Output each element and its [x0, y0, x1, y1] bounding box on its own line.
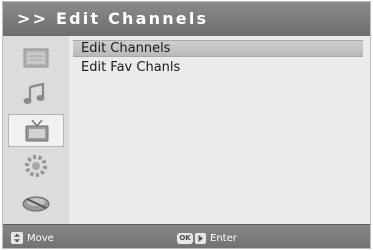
menu-item-label: Edit Channels [81, 41, 171, 56]
sidebar-item-satellite[interactable] [8, 186, 64, 219]
sidebar-item-tv[interactable] [8, 114, 64, 147]
title-bar: >> Edit Channels [3, 2, 370, 37]
sidebar-item-settings[interactable] [8, 150, 64, 183]
page-title: >> Edit Channels [17, 9, 209, 28]
move-hint: Move [11, 231, 54, 245]
move-hint-label: Move [27, 232, 54, 244]
tv-icon [25, 119, 49, 142]
right-arrow-icon [195, 232, 206, 244]
ok-key-icon: OK [177, 232, 193, 244]
footer-hint-bar: Move OK Enter [3, 224, 370, 248]
settings-icon [25, 155, 47, 177]
menu-panel: Edit Channels Edit Fav Chanls [69, 36, 370, 224]
up-down-arrow-icon [11, 232, 23, 244]
sidebar-item-picture[interactable] [8, 42, 64, 75]
enter-hint-label: Enter [210, 232, 237, 244]
satellite-dish-icon [22, 196, 50, 212]
menu-item-label: Edit Fav Chanls [81, 60, 181, 75]
menu-item-edit-fav-chanls[interactable]: Edit Fav Chanls [73, 59, 363, 76]
picture-icon [23, 48, 49, 68]
sidebar-item-music[interactable] [8, 78, 64, 111]
osd-screen: >> Edit Channels Edit Channels Edit Fav … [2, 1, 371, 249]
music-note-icon [23, 82, 45, 104]
enter-hint: OK Enter [177, 231, 237, 245]
category-sidebar [3, 36, 69, 224]
menu-item-edit-channels[interactable]: Edit Channels [73, 40, 363, 57]
